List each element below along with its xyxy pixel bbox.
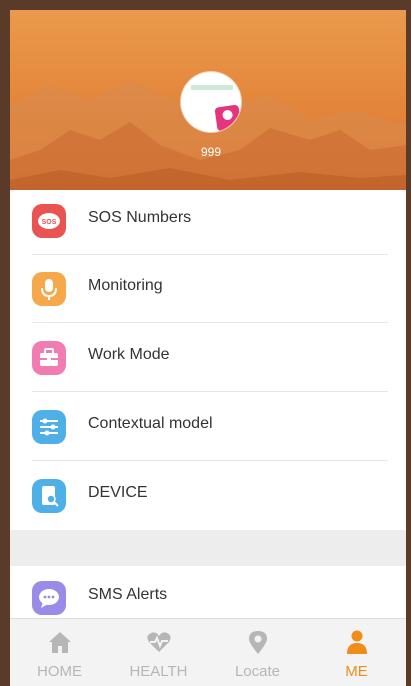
avatar[interactable] xyxy=(181,72,241,132)
divider xyxy=(32,460,388,461)
briefcase-icon xyxy=(32,341,66,375)
profile-header: 999 xyxy=(10,10,406,190)
heart-pulse-icon xyxy=(147,632,171,652)
app-screen: 999 SOS SOS Numbers Monitoring Work Mode… xyxy=(10,10,406,686)
tab-locate[interactable]: Locate xyxy=(208,619,307,686)
tab-label: HOME xyxy=(37,663,82,680)
menu-item-sos-numbers[interactable]: SOS SOS Numbers xyxy=(10,187,406,255)
message-icon xyxy=(32,581,66,615)
menu-item-device[interactable]: DEVICE xyxy=(10,462,406,530)
divider xyxy=(32,391,388,392)
menu-item-label: Monitoring xyxy=(88,277,163,294)
bottom-navigation: HOME HEALTH Locate ME xyxy=(10,618,406,686)
sos-icon: SOS xyxy=(32,204,66,238)
menu-item-contextual-model[interactable]: Contextual model xyxy=(10,393,406,461)
menu-item-label: DEVICE xyxy=(88,484,148,501)
section-divider xyxy=(10,530,406,566)
menu-item-label: SOS Numbers xyxy=(88,209,192,226)
menu-item-monitoring[interactable]: Monitoring xyxy=(10,255,406,323)
menu-item-work-mode[interactable]: Work Mode xyxy=(10,324,406,392)
tab-label: Locate xyxy=(234,663,281,680)
sliders-icon xyxy=(32,410,66,444)
menu-item-label: Contextual model xyxy=(88,415,213,432)
svg-text:SOS: SOS xyxy=(42,219,57,226)
device-search-icon xyxy=(32,479,66,513)
location-pin-icon xyxy=(249,631,267,654)
tab-health[interactable]: HEALTH xyxy=(109,619,208,686)
divider xyxy=(32,322,388,323)
person-icon xyxy=(347,630,367,654)
username: 999 xyxy=(200,145,222,159)
tab-label: HEALTH xyxy=(129,663,188,680)
tab-home[interactable]: HOME xyxy=(10,619,109,686)
home-icon xyxy=(49,632,71,653)
menu-item-label: SMS Alerts xyxy=(88,586,168,603)
menu-item-label: Work Mode xyxy=(88,346,170,363)
tab-me[interactable]: ME xyxy=(307,619,406,686)
microphone-icon xyxy=(32,272,66,306)
tab-label: ME xyxy=(345,663,368,680)
avatar-image-strip xyxy=(191,85,233,90)
avatar-badge-icon xyxy=(214,104,241,132)
